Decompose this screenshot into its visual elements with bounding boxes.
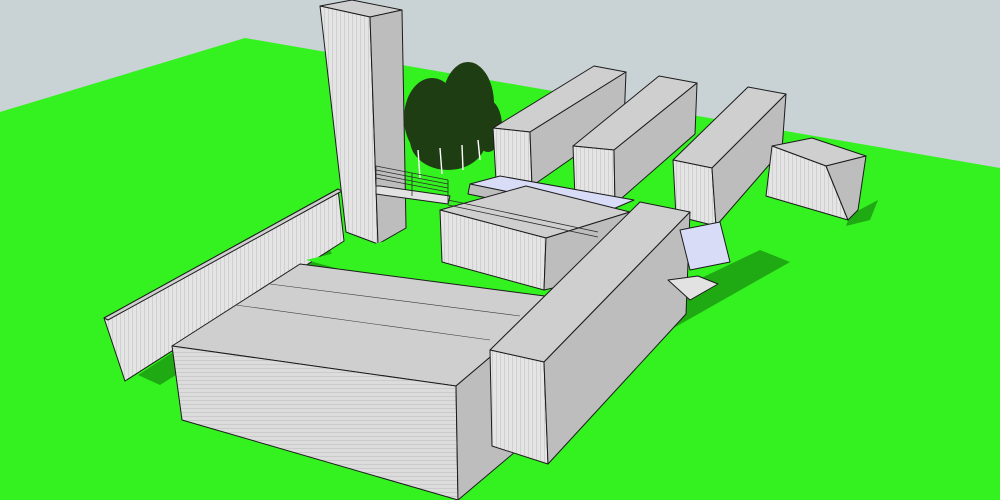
architectural-model-render xyxy=(0,0,1000,500)
sketch-viewport[interactable] xyxy=(0,0,1000,500)
